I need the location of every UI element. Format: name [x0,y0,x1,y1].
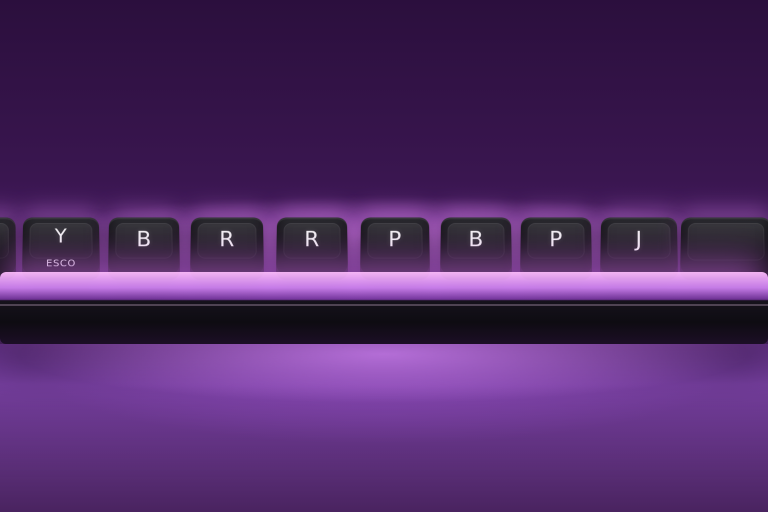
keycap-legend: J [635,228,643,252]
keycap-legend: B [136,228,152,252]
keycap-r-2: R [276,217,348,274]
keycap-b-2: B [440,217,512,274]
keycap-legend: R [219,228,235,252]
keycap-face [0,222,9,259]
keycap-p-1: P [360,217,430,274]
keycap-legend: B [468,228,484,252]
keycap-escape: Y ESCO [22,217,100,274]
keycap-sublabel: ESCO [46,258,76,270]
keycap-legend: P [388,228,402,252]
keycap-legend: P [549,228,563,252]
keycap-r-1: R [190,217,264,274]
rail-highlight-edge [0,304,768,306]
floor-reflection-glow [0,344,768,512]
keycap-b-1: B [108,217,180,274]
keycap-legend: R [304,228,320,252]
keyboard-front-rail [0,272,768,344]
keycap-j: J [600,217,678,274]
keycap-p-2: P [520,217,592,274]
keycap-wide-right [680,217,768,274]
purple-backlit-keyboard-scene: Y ESCO B R R P B P J [0,0,768,512]
keycap-legend: Y [54,224,68,248]
keycap-face [687,222,765,261]
keycap-partial-left [0,217,16,274]
